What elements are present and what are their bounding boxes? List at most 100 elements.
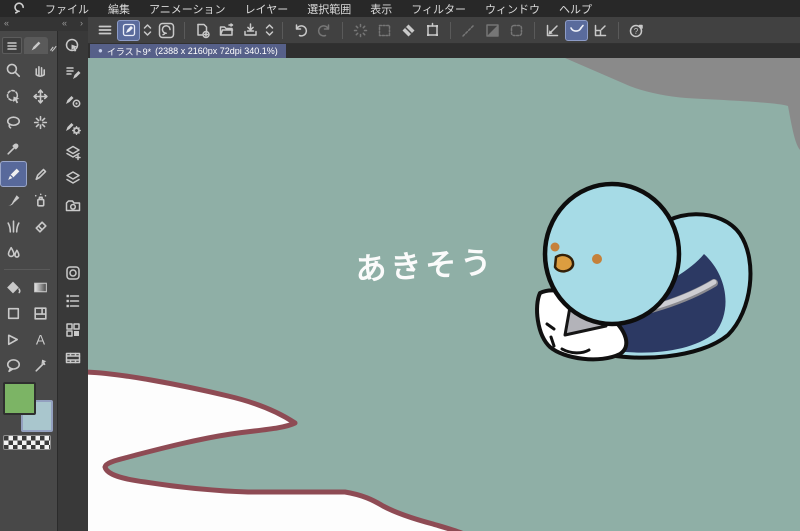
- balloon-tool[interactable]: [0, 352, 27, 378]
- current-tool-object-icon[interactable]: [117, 19, 140, 41]
- tool-tab-next[interactable]: [49, 41, 57, 54]
- snap-line-icon[interactable]: [457, 20, 480, 41]
- toolbar-separator: [534, 21, 535, 39]
- rotate-canvas-tool[interactable]: [0, 83, 27, 109]
- snap-to-grid-icon[interactable]: [589, 20, 612, 41]
- tool-palette: A: [0, 31, 57, 531]
- layer-search-icon[interactable]: [64, 144, 82, 162]
- menu-animation[interactable]: アニメーション: [149, 1, 226, 17]
- foreground-color-swatch[interactable]: [3, 382, 36, 415]
- timeline-icon[interactable]: [64, 349, 82, 367]
- open-file-icon[interactable]: [215, 20, 238, 41]
- tool-expand-icon[interactable]: [141, 20, 154, 41]
- layer-icon[interactable]: [64, 169, 82, 187]
- clip-studio-logo-icon: [12, 2, 26, 16]
- hand-tool[interactable]: [27, 57, 54, 83]
- bird-eye-right: [592, 254, 602, 264]
- blend-tool[interactable]: [0, 239, 27, 265]
- clip-studio-icon[interactable]: [155, 20, 178, 41]
- brush-settings-icon[interactable]: [64, 118, 82, 136]
- toolbar-separator: [450, 21, 451, 39]
- toolbar-separator: [618, 21, 619, 39]
- palette-icon-strip: [57, 31, 88, 531]
- main-menu-icon[interactable]: [93, 20, 116, 41]
- save-expand-icon[interactable]: [263, 20, 276, 41]
- menu-help[interactable]: ヘルプ: [559, 1, 592, 17]
- clear-selection-icon[interactable]: [397, 20, 420, 41]
- fill-tool[interactable]: [0, 274, 27, 300]
- airbrush-tool[interactable]: [27, 187, 54, 213]
- move-layer-tool[interactable]: [27, 83, 54, 109]
- document-tab[interactable]: ● イラスト9* (2388 x 2160px 72dpi 340.1%): [90, 44, 286, 58]
- decoration-tool[interactable]: [0, 213, 27, 239]
- bird-eye-left: [550, 242, 560, 252]
- menu-selection[interactable]: 選択範囲: [307, 1, 351, 17]
- snap-to-special-ruler-icon[interactable]: [565, 19, 588, 41]
- main-area: ? ● イラスト9* (2388 x 2160px 72dpi 340.1%): [88, 17, 800, 531]
- layer-property-icon[interactable]: [64, 292, 82, 310]
- canvas-artwork[interactable]: あきそう: [88, 58, 800, 531]
- brush-tool[interactable]: [0, 187, 27, 213]
- menu-view[interactable]: 表示: [370, 1, 392, 17]
- menu-bar: ファイル 編集 アニメーション レイヤー 選択範囲 表示 フィルター ウィンドウ…: [0, 0, 800, 17]
- new-file-icon[interactable]: [191, 20, 214, 41]
- navigator-icon[interactable]: [64, 264, 82, 282]
- reselect-icon[interactable]: [373, 20, 396, 41]
- tool-property-icon[interactable]: [64, 91, 82, 109]
- eyedropper-tool[interactable]: [0, 135, 27, 161]
- tool-palette-menu-icon[interactable]: [2, 37, 23, 54]
- menu-window[interactable]: ウィンドウ: [485, 1, 540, 17]
- toolbar-separator: [282, 21, 283, 39]
- zoom-tool[interactable]: [0, 57, 27, 83]
- collapse-tool-palette-icon[interactable]: «: [4, 18, 9, 28]
- svg-text:?: ?: [634, 27, 639, 36]
- palette-collapse-row: « « ›: [0, 17, 88, 31]
- redo-icon[interactable]: [313, 20, 336, 41]
- document-tab-bar: ● イラスト9* (2388 x 2160px 72dpi 340.1%): [88, 44, 800, 58]
- snap-perspective-icon[interactable]: [481, 20, 504, 41]
- toolbar-separator: [184, 21, 185, 39]
- menu-edit[interactable]: 編集: [108, 1, 130, 17]
- save-icon[interactable]: [239, 20, 262, 41]
- material-icon[interactable]: [64, 321, 82, 339]
- sub-tool-icon[interactable]: [64, 64, 82, 82]
- tool-separator: [4, 269, 50, 270]
- document-details: (2388 x 2160px 72dpi 340.1%): [155, 46, 278, 56]
- bird-beak: [553, 253, 575, 273]
- document-title: イラスト9*: [106, 46, 152, 57]
- frame-border-tool[interactable]: [27, 300, 54, 326]
- command-bar: ?: [88, 17, 800, 44]
- tool-palette-tabs: [0, 31, 57, 54]
- undo-icon[interactable]: [289, 20, 312, 41]
- auto-select-tool[interactable]: [27, 109, 54, 135]
- color-swatches: [0, 382, 57, 454]
- figure-tool[interactable]: [0, 300, 27, 326]
- menu-layer[interactable]: レイヤー: [245, 1, 289, 17]
- polyline-tool[interactable]: [0, 326, 27, 352]
- pen-tool[interactable]: [0, 161, 27, 187]
- lasso-tool[interactable]: [0, 109, 27, 135]
- menu-file[interactable]: ファイル: [45, 1, 89, 17]
- eraser-tool[interactable]: [27, 213, 54, 239]
- transparent-color-swatch[interactable]: [3, 435, 51, 450]
- toolbar-separator: [342, 21, 343, 39]
- snap-to-ruler-icon[interactable]: [541, 20, 564, 41]
- text-tool[interactable]: A: [27, 326, 54, 352]
- deselect-icon[interactable]: [349, 20, 372, 41]
- sub-view-icon[interactable]: [64, 37, 82, 55]
- unsaved-indicator-icon: ●: [98, 46, 103, 55]
- expand-palette-strip-icon[interactable]: ›: [80, 18, 83, 28]
- correct-line-tool[interactable]: [27, 352, 54, 378]
- left-sidebar: « « › A: [0, 17, 88, 531]
- support-icon[interactable]: ?: [625, 20, 648, 41]
- gradient-tool[interactable]: [27, 274, 54, 300]
- tool-tab-draw[interactable]: [24, 37, 48, 54]
- canvas-viewport[interactable]: あきそう: [88, 58, 800, 531]
- svg-text:A: A: [36, 331, 46, 347]
- reference-icon[interactable]: [64, 197, 82, 215]
- collapse-palette-strip-icon[interactable]: «: [62, 18, 67, 28]
- menu-filter[interactable]: フィルター: [411, 1, 466, 17]
- snap-frame-icon[interactable]: [505, 20, 528, 41]
- transform-frame-icon[interactable]: [421, 20, 444, 41]
- pencil-tool[interactable]: [27, 161, 54, 187]
